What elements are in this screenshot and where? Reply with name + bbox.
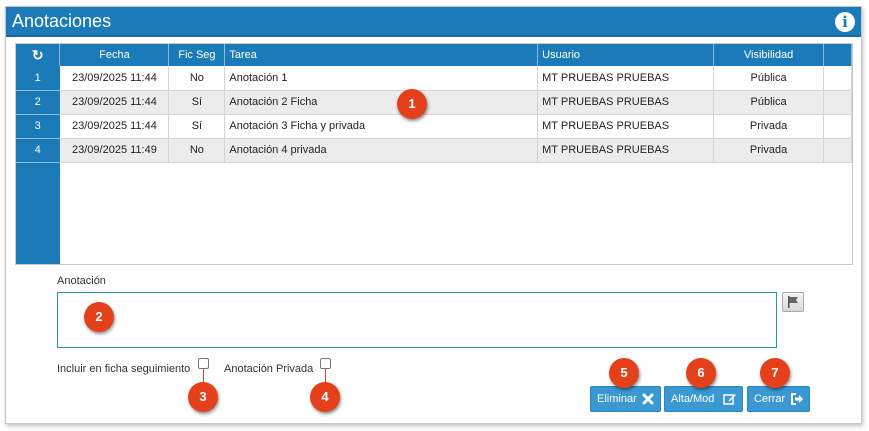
cell-tarea: Anotación 1	[224, 66, 539, 91]
cell-empty	[823, 114, 852, 139]
table-row[interactable]: 2 23/09/2025 11:44 Sí Anotación 2 Ficha …	[16, 90, 852, 115]
private-checkbox[interactable]	[320, 358, 331, 369]
cell-usuario: MT PRUEBAS PRUEBAS	[537, 90, 715, 115]
include-followup-label: Incluir en ficha seguimiento	[57, 363, 191, 375]
flag-icon	[788, 296, 798, 308]
column-header-visibilidad[interactable]: Visibilidad	[713, 44, 824, 66]
annotation-textarea[interactable]	[57, 292, 777, 348]
annotation-label: Anotación	[57, 275, 106, 287]
callout-3: 3	[188, 382, 218, 412]
callout-7: 7	[760, 358, 790, 388]
annotations-grid: ↻ Fecha Fic Seg Tarea Usuario Visibilida…	[15, 43, 853, 265]
cell-empty	[823, 66, 852, 91]
save-button-label: Alta/Mod	[671, 393, 715, 405]
cell-visibilidad: Pública	[713, 90, 824, 115]
column-header-usuario[interactable]: Usuario	[537, 44, 715, 66]
annotations-table: ↻ Fecha Fic Seg Tarea Usuario Visibilida…	[16, 44, 852, 163]
cell-fecha: 23/09/2025 11:44	[59, 114, 170, 139]
cell-tarea: Anotación 4 privada	[224, 138, 539, 163]
private-label: Anotación Privada	[224, 363, 314, 375]
save-button[interactable]: Alta/Mod	[664, 386, 743, 412]
callout-pointer-4	[325, 369, 326, 383]
row-number: 4	[16, 138, 61, 163]
cell-fic-seg: Sí	[168, 90, 226, 115]
close-button-label: Cerrar	[754, 393, 786, 405]
table-row[interactable]: 1 23/09/2025 11:44 No Anotación 1 MT PRU…	[16, 66, 852, 91]
edit-icon	[723, 394, 736, 405]
callout-6: 6	[686, 358, 716, 388]
column-header-fecha[interactable]: Fecha	[59, 44, 170, 66]
cell-usuario: MT PRUEBAS PRUEBAS	[537, 114, 715, 139]
refresh-icon[interactable]: ↻	[32, 44, 44, 66]
window-title: Anotaciones	[12, 11, 112, 31]
callout-4: 4	[310, 382, 340, 412]
row-number: 3	[16, 114, 61, 139]
info-icon[interactable]: i	[835, 12, 855, 32]
callout-pointer-3	[203, 369, 204, 383]
cell-empty	[823, 138, 852, 163]
cell-usuario: MT PRUEBAS PRUEBAS	[537, 66, 715, 91]
cell-visibilidad: Privada	[713, 114, 824, 139]
cell-visibilidad: Privada	[713, 138, 824, 163]
column-header-fic-seg[interactable]: Fic Seg	[168, 44, 226, 66]
table-row[interactable]: 4 23/09/2025 11:49 No Anotación 4 privad…	[16, 138, 852, 163]
refresh-button[interactable]: ↻	[16, 44, 61, 66]
flag-button[interactable]	[782, 292, 804, 312]
cell-fecha: 23/09/2025 11:49	[59, 138, 170, 163]
cell-fic-seg: Sí	[168, 114, 226, 139]
callout-2: 2	[84, 302, 114, 332]
annotations-panel: Anotaciones i ↻ Fecha Fic Seg Tarea Usua…	[5, 6, 862, 424]
sign-out-icon	[791, 393, 803, 405]
cell-fecha: 23/09/2025 11:44	[59, 66, 170, 91]
close-x-icon	[642, 393, 654, 405]
delete-button[interactable]: Eliminar	[590, 386, 661, 412]
delete-button-label: Eliminar	[597, 393, 637, 405]
row-number: 2	[16, 90, 61, 115]
title-bar: Anotaciones i	[6, 7, 861, 37]
row-number: 1	[16, 66, 61, 91]
column-header-tarea[interactable]: Tarea	[224, 44, 539, 66]
cell-tarea: Anotación 3 Ficha y privada	[224, 114, 539, 139]
cell-empty	[823, 90, 852, 115]
cell-fic-seg: No	[168, 138, 226, 163]
cell-tarea: Anotación 2 Ficha	[224, 90, 539, 115]
cell-visibilidad: Pública	[713, 66, 824, 91]
cell-usuario: MT PRUEBAS PRUEBAS	[537, 138, 715, 163]
include-followup-checkbox[interactable]	[198, 358, 209, 369]
close-button[interactable]: Cerrar	[747, 386, 810, 412]
table-row[interactable]: 3 23/09/2025 11:44 Sí Anotación 3 Ficha …	[16, 114, 852, 139]
cell-fecha: 23/09/2025 11:44	[59, 90, 170, 115]
column-header-empty	[823, 44, 852, 66]
cell-fic-seg: No	[168, 66, 226, 91]
callout-5: 5	[609, 358, 639, 388]
table-header: ↻ Fecha Fic Seg Tarea Usuario Visibilida…	[16, 44, 852, 66]
callout-1: 1	[397, 89, 427, 119]
